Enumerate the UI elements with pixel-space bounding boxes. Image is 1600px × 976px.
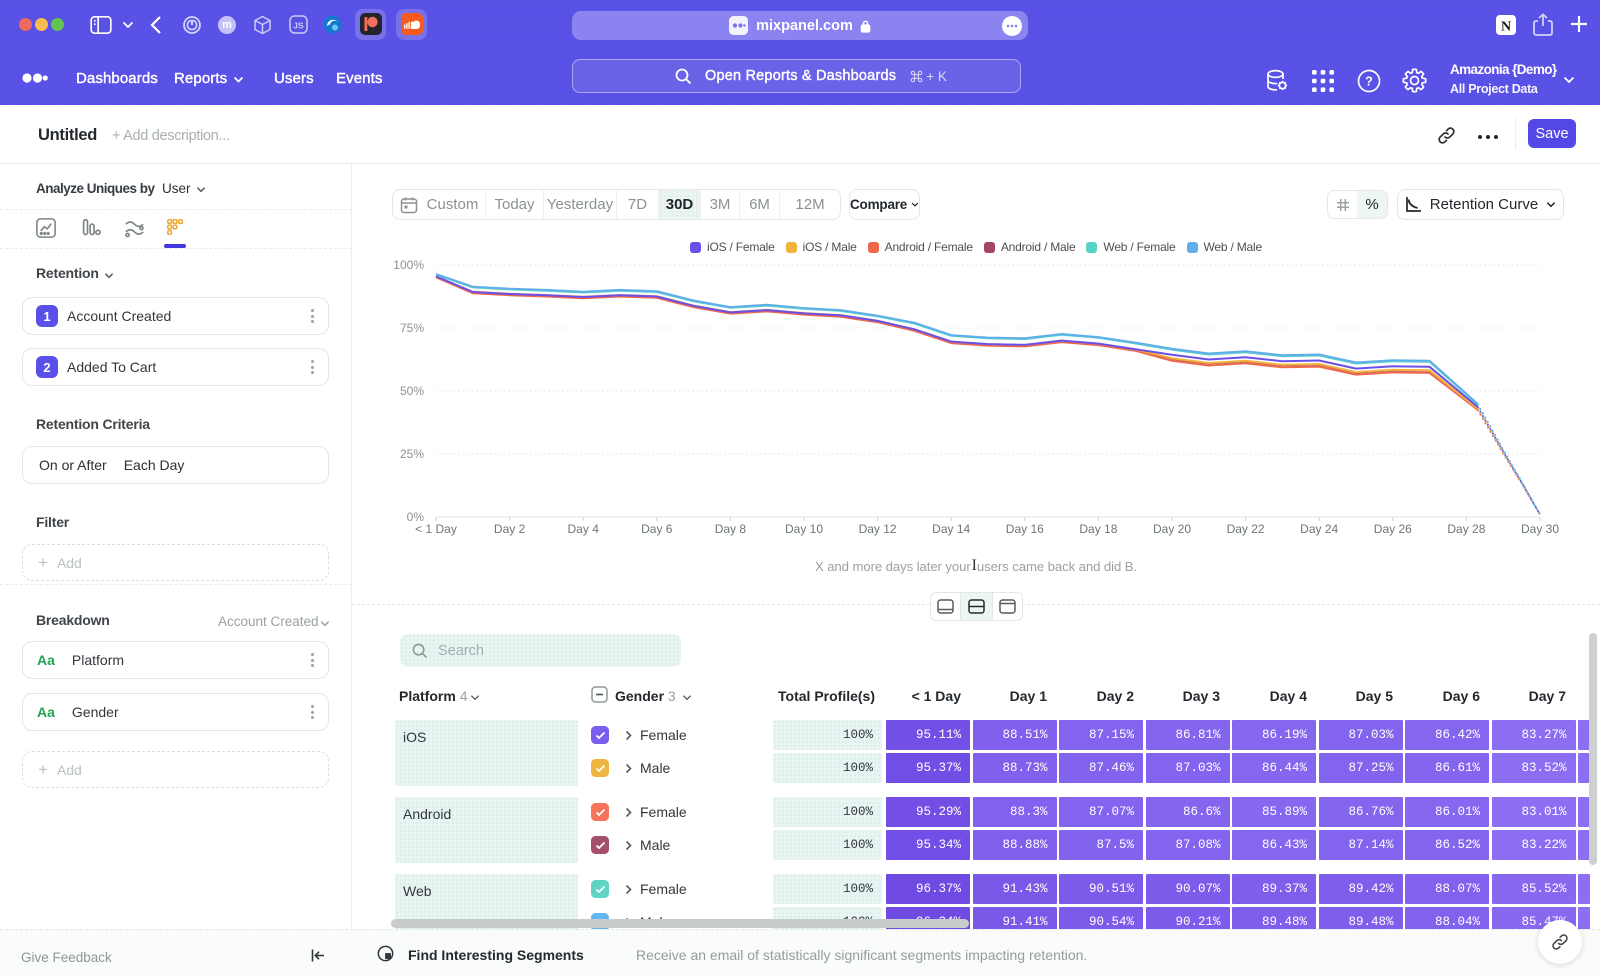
svg-text:Day 26: Day 26 — [1374, 522, 1412, 536]
svg-text:50%: 50% — [400, 384, 424, 398]
svg-text:Day 4: Day 4 — [568, 522, 600, 536]
svg-text:Day 10: Day 10 — [785, 522, 823, 536]
svg-text:75%: 75% — [400, 321, 424, 335]
svg-text:Day 8: Day 8 — [715, 522, 747, 536]
svg-text:Day 20: Day 20 — [1153, 522, 1191, 536]
svg-text:Day 2: Day 2 — [494, 522, 526, 536]
svg-text:Day 16: Day 16 — [1006, 522, 1044, 536]
svg-text:N: N — [1501, 20, 1511, 35]
svg-text:Day 14: Day 14 — [932, 522, 970, 536]
svg-text:Day 28: Day 28 — [1447, 522, 1485, 536]
svg-text:Day 12: Day 12 — [859, 522, 897, 536]
svg-text:?: ? — [1365, 75, 1373, 89]
svg-text:JS: JS — [293, 21, 304, 31]
svg-text:Day 18: Day 18 — [1079, 522, 1117, 536]
svg-text:< 1 Day: < 1 Day — [415, 522, 457, 536]
svg-text:Day 30: Day 30 — [1521, 522, 1559, 536]
svg-text:Day 6: Day 6 — [641, 522, 673, 536]
svg-text:25%: 25% — [400, 447, 424, 461]
svg-text:Day 22: Day 22 — [1227, 522, 1265, 536]
svg-text:Day 24: Day 24 — [1300, 522, 1338, 536]
svg-text:100%: 100% — [393, 259, 424, 272]
